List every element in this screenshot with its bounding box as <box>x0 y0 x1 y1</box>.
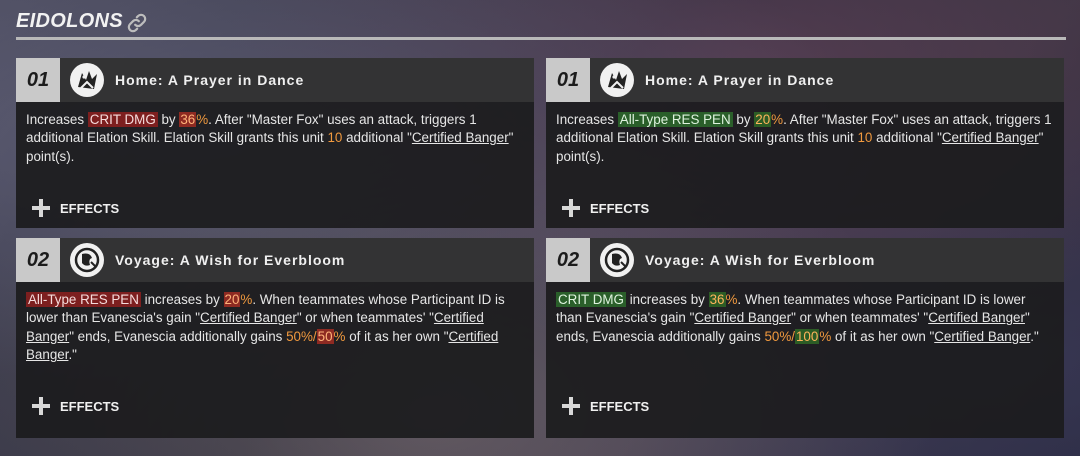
eidolon-card-2-right: 02 Voyage: A Wish for Everbloom CRIT DMG… <box>546 238 1064 438</box>
effects-label: EFFECTS <box>590 398 650 414</box>
desc-text: additional " <box>342 130 412 146</box>
eidolon-1-icon <box>600 63 634 97</box>
desc-text: additional " <box>872 130 942 146</box>
effects-label: EFFECTS <box>590 200 650 216</box>
stat-tag: CRIT DMG <box>87 112 158 127</box>
percent-sign: % <box>725 292 738 307</box>
eidolon-number: 01 <box>546 58 590 102</box>
eidolon-2-icon <box>600 243 634 277</box>
eidolon-1-icon <box>70 63 104 97</box>
point-value: 10 <box>857 130 873 146</box>
desc-text: increases by <box>625 292 709 307</box>
desc-text: of it as her own " <box>345 328 449 344</box>
plus-icon <box>562 397 580 415</box>
effects-label: EFFECTS <box>60 398 120 414</box>
stat-value: 50 <box>316 328 334 344</box>
header-divider <box>16 37 1066 40</box>
eidolon-title: Voyage: A Wish for Everbloom <box>115 252 346 268</box>
term-link[interactable]: Certified Banger <box>412 130 509 145</box>
plus-icon <box>32 397 50 415</box>
desc-text: Increases <box>26 112 88 127</box>
percent-sign: % <box>819 328 832 344</box>
card-header: 01 Home: A Prayer in Dance <box>546 58 1064 102</box>
eidolon-description: Increases CRIT DMG by 36%. After "Master… <box>16 102 534 193</box>
desc-text: ." <box>1030 328 1039 344</box>
effects-toggle[interactable]: EFFECTS <box>546 391 1064 421</box>
stat-tag: All-Type RES PEN <box>26 292 141 307</box>
desc-text: by <box>732 112 755 127</box>
term-link[interactable]: Certified Banger <box>200 310 297 325</box>
eidolon-number: 01 <box>16 58 60 102</box>
eidolon-2-icon <box>70 243 104 277</box>
eidolon-card-1-left: 01 Home: A Prayer in Dance Increases CRI… <box>16 58 534 228</box>
eidolon-description: CRIT DMG increases by 36%. When teammate… <box>546 282 1064 391</box>
term-link[interactable]: Certified Banger <box>942 130 1039 145</box>
eidolon-description: Increases All-Type RES PEN by 20%. After… <box>546 102 1064 193</box>
eidolon-description: All-Type RES PEN increases by 20%. When … <box>16 282 534 391</box>
base-value: 50% <box>286 328 313 344</box>
stat-tag: All-Type RES PEN <box>617 112 733 127</box>
eidolon-title: Home: A Prayer in Dance <box>645 72 835 88</box>
desc-text: " ends, Evanescia additionally gains <box>69 328 287 344</box>
desc-text: increases by <box>140 292 224 307</box>
percent-sign: % <box>196 112 209 127</box>
stat-tag: CRIT DMG <box>556 292 626 307</box>
plus-icon <box>32 199 50 217</box>
percent-sign: % <box>333 328 346 344</box>
desc-text: " or when teammates' " <box>791 310 929 326</box>
eidolon-card-2-left: 02 Voyage: A Wish for Everbloom All-Type… <box>16 238 534 438</box>
plus-icon <box>562 199 580 217</box>
eidolon-card-1-right: 01 Home: A Prayer in Dance Increases All… <box>546 58 1064 228</box>
percent-sign: % <box>240 292 253 307</box>
eidolon-title: Home: A Prayer in Dance <box>115 72 305 88</box>
section-header: EIDOLONS <box>16 8 1066 40</box>
card-header: 02 Voyage: A Wish for Everbloom <box>546 238 1064 282</box>
eidolon-title: Voyage: A Wish for Everbloom <box>645 252 876 268</box>
section-title: EIDOLONS <box>16 10 123 32</box>
card-header: 01 Home: A Prayer in Dance <box>16 58 534 102</box>
effects-label: EFFECTS <box>60 200 120 216</box>
effects-toggle[interactable]: EFFECTS <box>16 391 534 421</box>
desc-text: of it as her own " <box>831 328 935 344</box>
stat-value: 20 <box>223 292 241 307</box>
term-link[interactable]: Certified Banger <box>928 310 1025 325</box>
stat-value: 100 <box>794 328 820 344</box>
effects-toggle[interactable]: EFFECTS <box>546 193 1064 223</box>
desc-text: Increases <box>556 112 618 127</box>
stat-value: 20 <box>754 112 772 127</box>
percent-sign: % <box>771 112 784 127</box>
eidolon-number: 02 <box>16 238 60 282</box>
effects-toggle[interactable]: EFFECTS <box>16 193 534 223</box>
desc-text: " or when teammates' " <box>296 310 434 326</box>
term-link[interactable]: Certified Banger <box>694 310 791 325</box>
desc-text: by <box>157 112 180 127</box>
eidolon-number: 02 <box>546 238 590 282</box>
term-link[interactable]: Certified Banger <box>934 329 1030 344</box>
stat-value: 36 <box>708 292 726 307</box>
desc-text: ." <box>68 347 77 363</box>
point-value: 10 <box>327 130 343 146</box>
base-value: 50% <box>764 328 792 344</box>
stat-value: 36 <box>179 112 197 127</box>
link-icon[interactable] <box>126 12 148 34</box>
card-header: 02 Voyage: A Wish for Everbloom <box>16 238 534 282</box>
